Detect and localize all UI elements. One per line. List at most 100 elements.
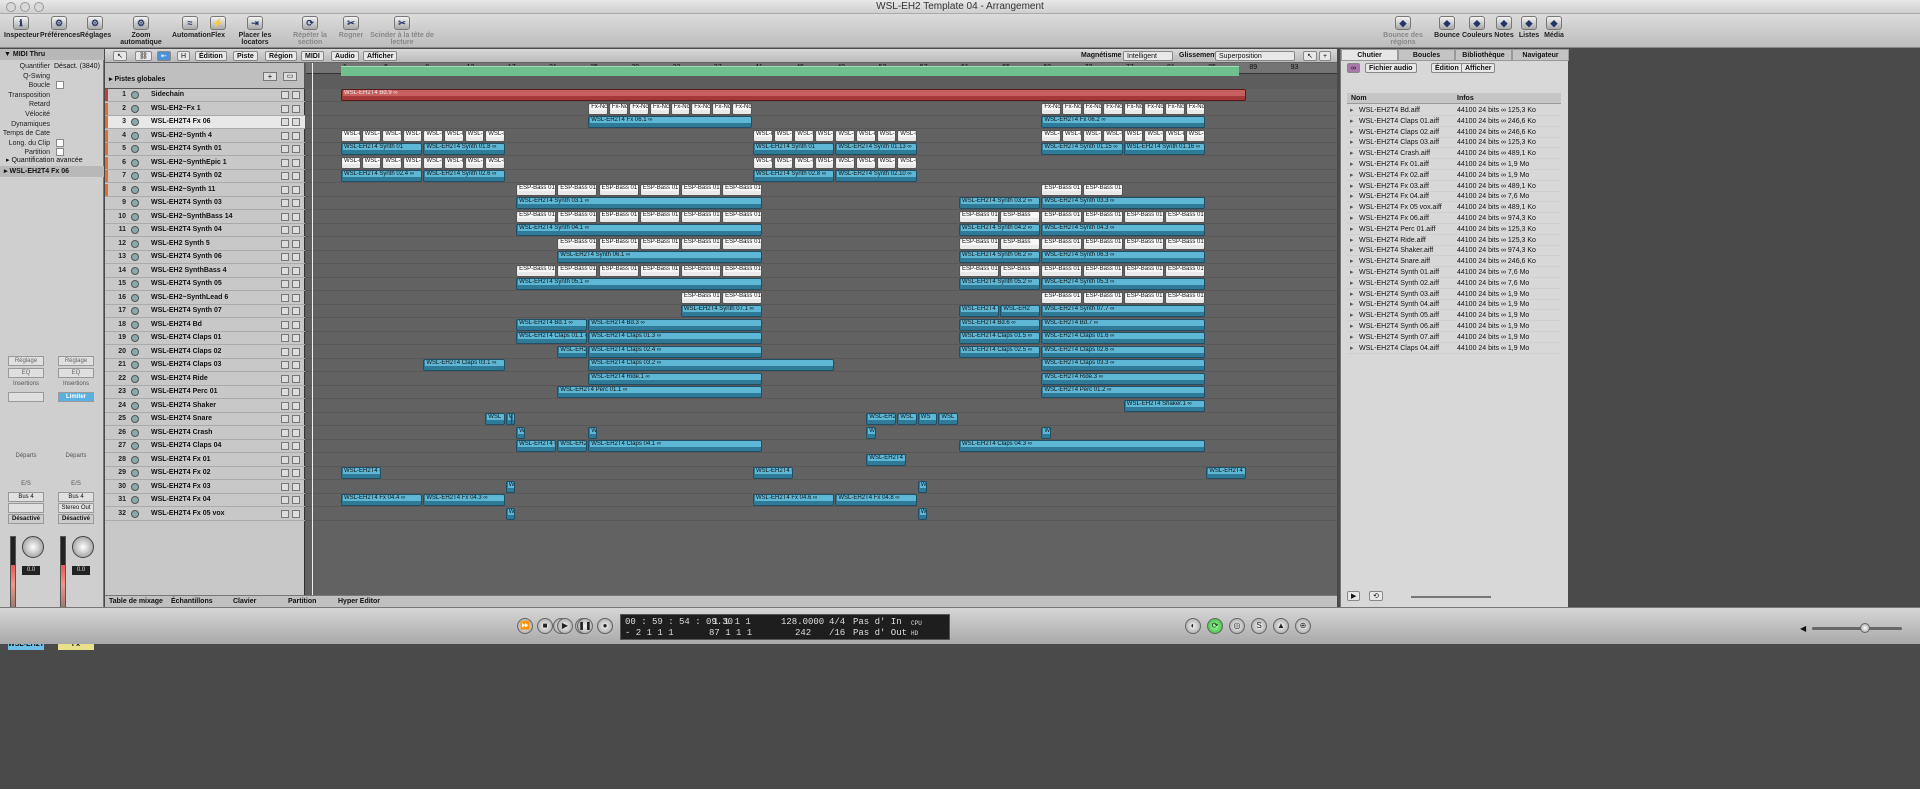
file-row[interactable]: ▸ WSL-EH2T4 Fx 05 vox.aiff 44100 24 bits ∞… xyxy=(1347,202,1561,214)
solo-button[interactable] xyxy=(292,280,300,288)
mute-button[interactable] xyxy=(281,482,289,491)
track-header[interactable]: 20 WSL-EH2T4 Claps 02 xyxy=(105,346,305,359)
region[interactable]: Fx-Nc xyxy=(1144,102,1164,115)
track-header[interactable]: 6 WSL-EH2~SynthEpic 1 xyxy=(105,156,305,170)
solo-button[interactable] xyxy=(292,239,300,248)
strip-insert-slot[interactable]: Limiter xyxy=(58,392,94,402)
track-params-header[interactable]: ▸ WSL-EH2T4 Fx 06 xyxy=(0,166,104,177)
solo-button[interactable] xyxy=(292,104,300,113)
region[interactable]: W xyxy=(505,507,516,520)
region[interactable]: ESP-Bass 01 xyxy=(722,183,763,196)
loop-icon[interactable]: ∞ xyxy=(1347,63,1360,73)
tab-clavier[interactable]: Clavier xyxy=(233,597,256,607)
region[interactable]: ESP-Bass 01 xyxy=(722,210,763,223)
disclosure-triangle-icon[interactable]: ▸ xyxy=(1350,159,1354,170)
region[interactable]: WSL-E xyxy=(753,156,773,169)
region[interactable]: ESP-Bass 01 xyxy=(598,210,639,223)
master-volume-thumb[interactable] xyxy=(1860,623,1870,633)
region[interactable]: ESP-Bass 01 xyxy=(722,237,763,250)
disclosure-triangle-icon[interactable]: ▸ xyxy=(1350,289,1354,300)
region[interactable]: WSL-E xyxy=(794,156,814,169)
region[interactable]: Fx-Nc xyxy=(691,102,711,115)
inspector-header[interactable]: ▼ MIDI Thru xyxy=(0,49,104,60)
solo-button[interactable] xyxy=(292,469,300,477)
region[interactable]: WSL-E xyxy=(1165,129,1185,142)
strip-io2-slot[interactable] xyxy=(8,503,44,513)
region[interactable]: WSL-EH2T4 Claps 01.5 ∞ xyxy=(959,332,1041,344)
file-row[interactable]: ▸ WSL-EH2T4 Shaker.aiff 44100 24 bits ∞ 97… xyxy=(1347,245,1561,257)
solo-button[interactable] xyxy=(292,320,300,329)
forward-button[interactable]: ⏩ xyxy=(517,618,533,634)
region[interactable]: ESP-Bass xyxy=(1000,264,1041,277)
region[interactable]: WSL-E xyxy=(382,129,402,142)
track-header[interactable]: 13 WSL-EH2T4 Synth 06 xyxy=(105,251,305,264)
mute-button[interactable] xyxy=(281,226,289,234)
region[interactable]: WS xyxy=(917,413,938,425)
region[interactable]: Fx-Nc xyxy=(732,102,752,115)
region[interactable]: WSL-E xyxy=(402,129,423,142)
region[interactable]: W xyxy=(588,426,598,439)
disclosure-triangle-icon[interactable]: ▸ xyxy=(1350,299,1354,310)
track-header[interactable]: 14 WSL-EH2 SynthBass 4 xyxy=(105,265,305,278)
tab-navigateur[interactable]: Navigateur xyxy=(1512,49,1569,61)
region[interactable]: WSL-EH2T4 Synth 04.2 ∞ xyxy=(959,224,1041,236)
mute-button[interactable] xyxy=(281,347,289,356)
strip-reglage-slot[interactable]: Réglage xyxy=(8,356,44,366)
region[interactable]: WSL-EH2T xyxy=(866,413,897,425)
solo-button[interactable] xyxy=(292,226,300,234)
file-row[interactable]: ▸ WSL-EH2T4 Synth 01.aiff 44100 24 bits ∞ … xyxy=(1347,267,1561,278)
track-header[interactable]: 28 WSL-EH2T4 Fx 01 xyxy=(105,454,305,467)
region[interactable]: WSL-EH2T4 Synth 02.6 ∞ xyxy=(423,170,505,182)
region[interactable]: WSL-EH2T4 Claps 04.1 ∞ xyxy=(588,440,763,452)
region[interactable]: ESP-Bass 01 xyxy=(639,210,680,223)
disclosure-triangle-icon[interactable]: ▸ xyxy=(1350,235,1354,246)
solo-button[interactable] xyxy=(292,172,300,180)
mute-button[interactable] xyxy=(281,91,289,99)
preview-volume-slider[interactable] xyxy=(1411,596,1491,598)
region[interactable]: WSL-EH2T4 Synth 02.8 ∞ xyxy=(753,170,835,182)
track-header[interactable]: 5 WSL-EH2T4 Synth 01 xyxy=(105,143,305,156)
region[interactable]: WSL-EH2T4 Synth 07.1 ∞ xyxy=(680,305,763,317)
region[interactable]: Fx-Nc xyxy=(670,102,691,115)
disclosure-triangle-icon[interactable]: ▸ xyxy=(1350,105,1354,116)
pointer-tool-icon[interactable]: ↖ xyxy=(113,51,127,61)
track-header[interactable]: 26 WSL-EH2T4 Crash xyxy=(105,427,305,440)
region[interactable]: ESP-Bass 01 xyxy=(516,210,557,223)
toolbar-r-glages-button[interactable]: ⚙ Réglages xyxy=(80,16,111,46)
region[interactable]: WSL-EH2T4 Claps 01.6 ∞ xyxy=(1041,332,1206,344)
region[interactable]: WSL-EH2T4 Bd.7 ∞ xyxy=(1041,318,1206,331)
strip-es-slot[interactable]: E/S xyxy=(8,480,44,490)
region[interactable]: WSL-EH2T4 Claps 03.3 ∞ xyxy=(1041,359,1206,371)
solo-button[interactable] xyxy=(292,496,300,504)
region[interactable]: Fx-Nc xyxy=(588,102,608,115)
mute-button[interactable] xyxy=(281,266,289,275)
solo-button[interactable] xyxy=(292,145,300,153)
file-row[interactable]: ▸ WSL-EH2T4 Synth 03.aiff 44100 24 bits ∞ … xyxy=(1347,289,1561,300)
file-row[interactable]: ▸ WSL-EH2T4 Claps 02.aiff 44100 24 bits ∞ … xyxy=(1347,127,1561,138)
strip-auto-slot[interactable]: Désactivé xyxy=(58,514,94,524)
track-header[interactable]: 32 WSL-EH2T4 Fx 05 vox xyxy=(105,508,305,521)
region[interactable]: ESP-Bass 01 xyxy=(639,264,680,277)
region[interactable]: W xyxy=(917,480,928,493)
mute-button[interactable] xyxy=(281,199,289,207)
region[interactable]: ESP-Bass 01 xyxy=(1082,210,1123,223)
mute-button[interactable] xyxy=(281,172,289,180)
solo-button[interactable] xyxy=(292,361,300,369)
region[interactable]: ESP-Bass 01 xyxy=(959,264,1000,277)
toolbar-couleurs-button[interactable]: ◆ Couleurs xyxy=(1462,16,1492,46)
track-header[interactable]: 19 WSL-EH2T4 Claps 01 xyxy=(105,332,305,345)
file-row[interactable]: ▸ WSL-EH2T4 Fx 04.aiff 44100 24 bits ∞ 7,6… xyxy=(1347,191,1561,203)
region[interactable]: Fx-Nc xyxy=(711,102,732,115)
add-tool-icon[interactable]: + xyxy=(1319,51,1332,61)
region[interactable]: ESP-Bass 01 xyxy=(557,237,598,250)
track-header[interactable]: 27 WSL-EH2T4 Claps 04 xyxy=(105,440,305,453)
region[interactable]: WSL-EH2T4 Synth 01.16 ∞ xyxy=(1123,143,1206,155)
region[interactable] xyxy=(510,413,516,425)
disclosure-triangle-icon[interactable]: ▸ xyxy=(1350,310,1354,321)
region[interactable]: WSL-EH2T4 C xyxy=(516,440,557,452)
region[interactable]: WSL-EH2T4 Synth 07.7 ∞ xyxy=(1041,305,1206,317)
region[interactable]: ESP-Bass 01 xyxy=(1041,183,1082,196)
region[interactable]: WSL-E xyxy=(1185,129,1206,142)
region[interactable]: WSL-EH2T4 Bd.1 ∞ xyxy=(516,318,588,331)
mute-button[interactable] xyxy=(281,131,289,140)
